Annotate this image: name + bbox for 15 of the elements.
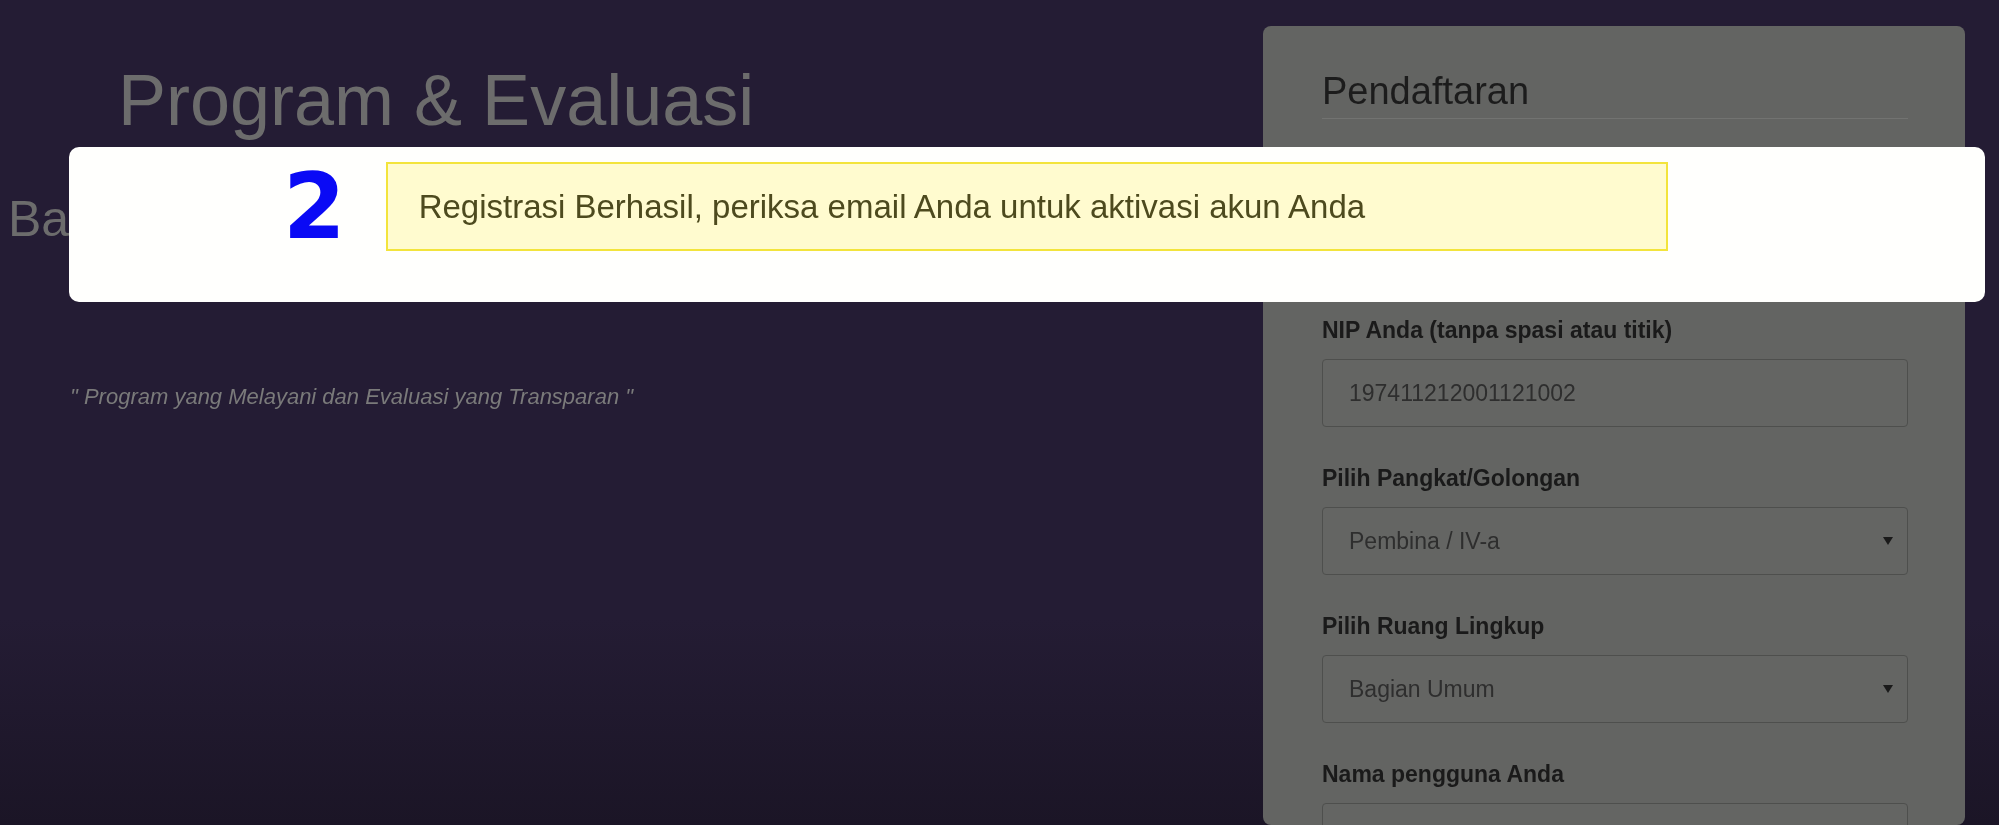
motto: " Program yang Melayani dan Evaluasi yang Transparan " [70, 384, 634, 410]
panel-title: Pendaftaran [1322, 69, 1531, 114]
field-label: Pilih Pangkat/Golongan [1322, 464, 1582, 492]
input-field[interactable]: 197411212001121002 [1322, 359, 1908, 427]
select-field[interactable]: Bagian Umum [1322, 655, 1908, 723]
caret-icon [1883, 685, 1893, 693]
subtitle-line: Ba [8, 190, 70, 248]
page-title: Program & Evaluasi [118, 60, 755, 140]
success-alert: Registrasi Berhasil, periksa email Anda untuk aktivasi akun Anda [385, 162, 1668, 251]
step-number: 2 [283, 162, 346, 252]
field-label: Nama pengguna Anda [1322, 760, 1566, 788]
field-label: NIP Anda (tanpa spasi atau titik) [1322, 316, 1674, 344]
field-label: Pilih Ruang Lingkup [1322, 612, 1546, 640]
select-field[interactable]: Pembina / IV-a [1322, 507, 1908, 575]
caret-icon [1883, 537, 1893, 545]
